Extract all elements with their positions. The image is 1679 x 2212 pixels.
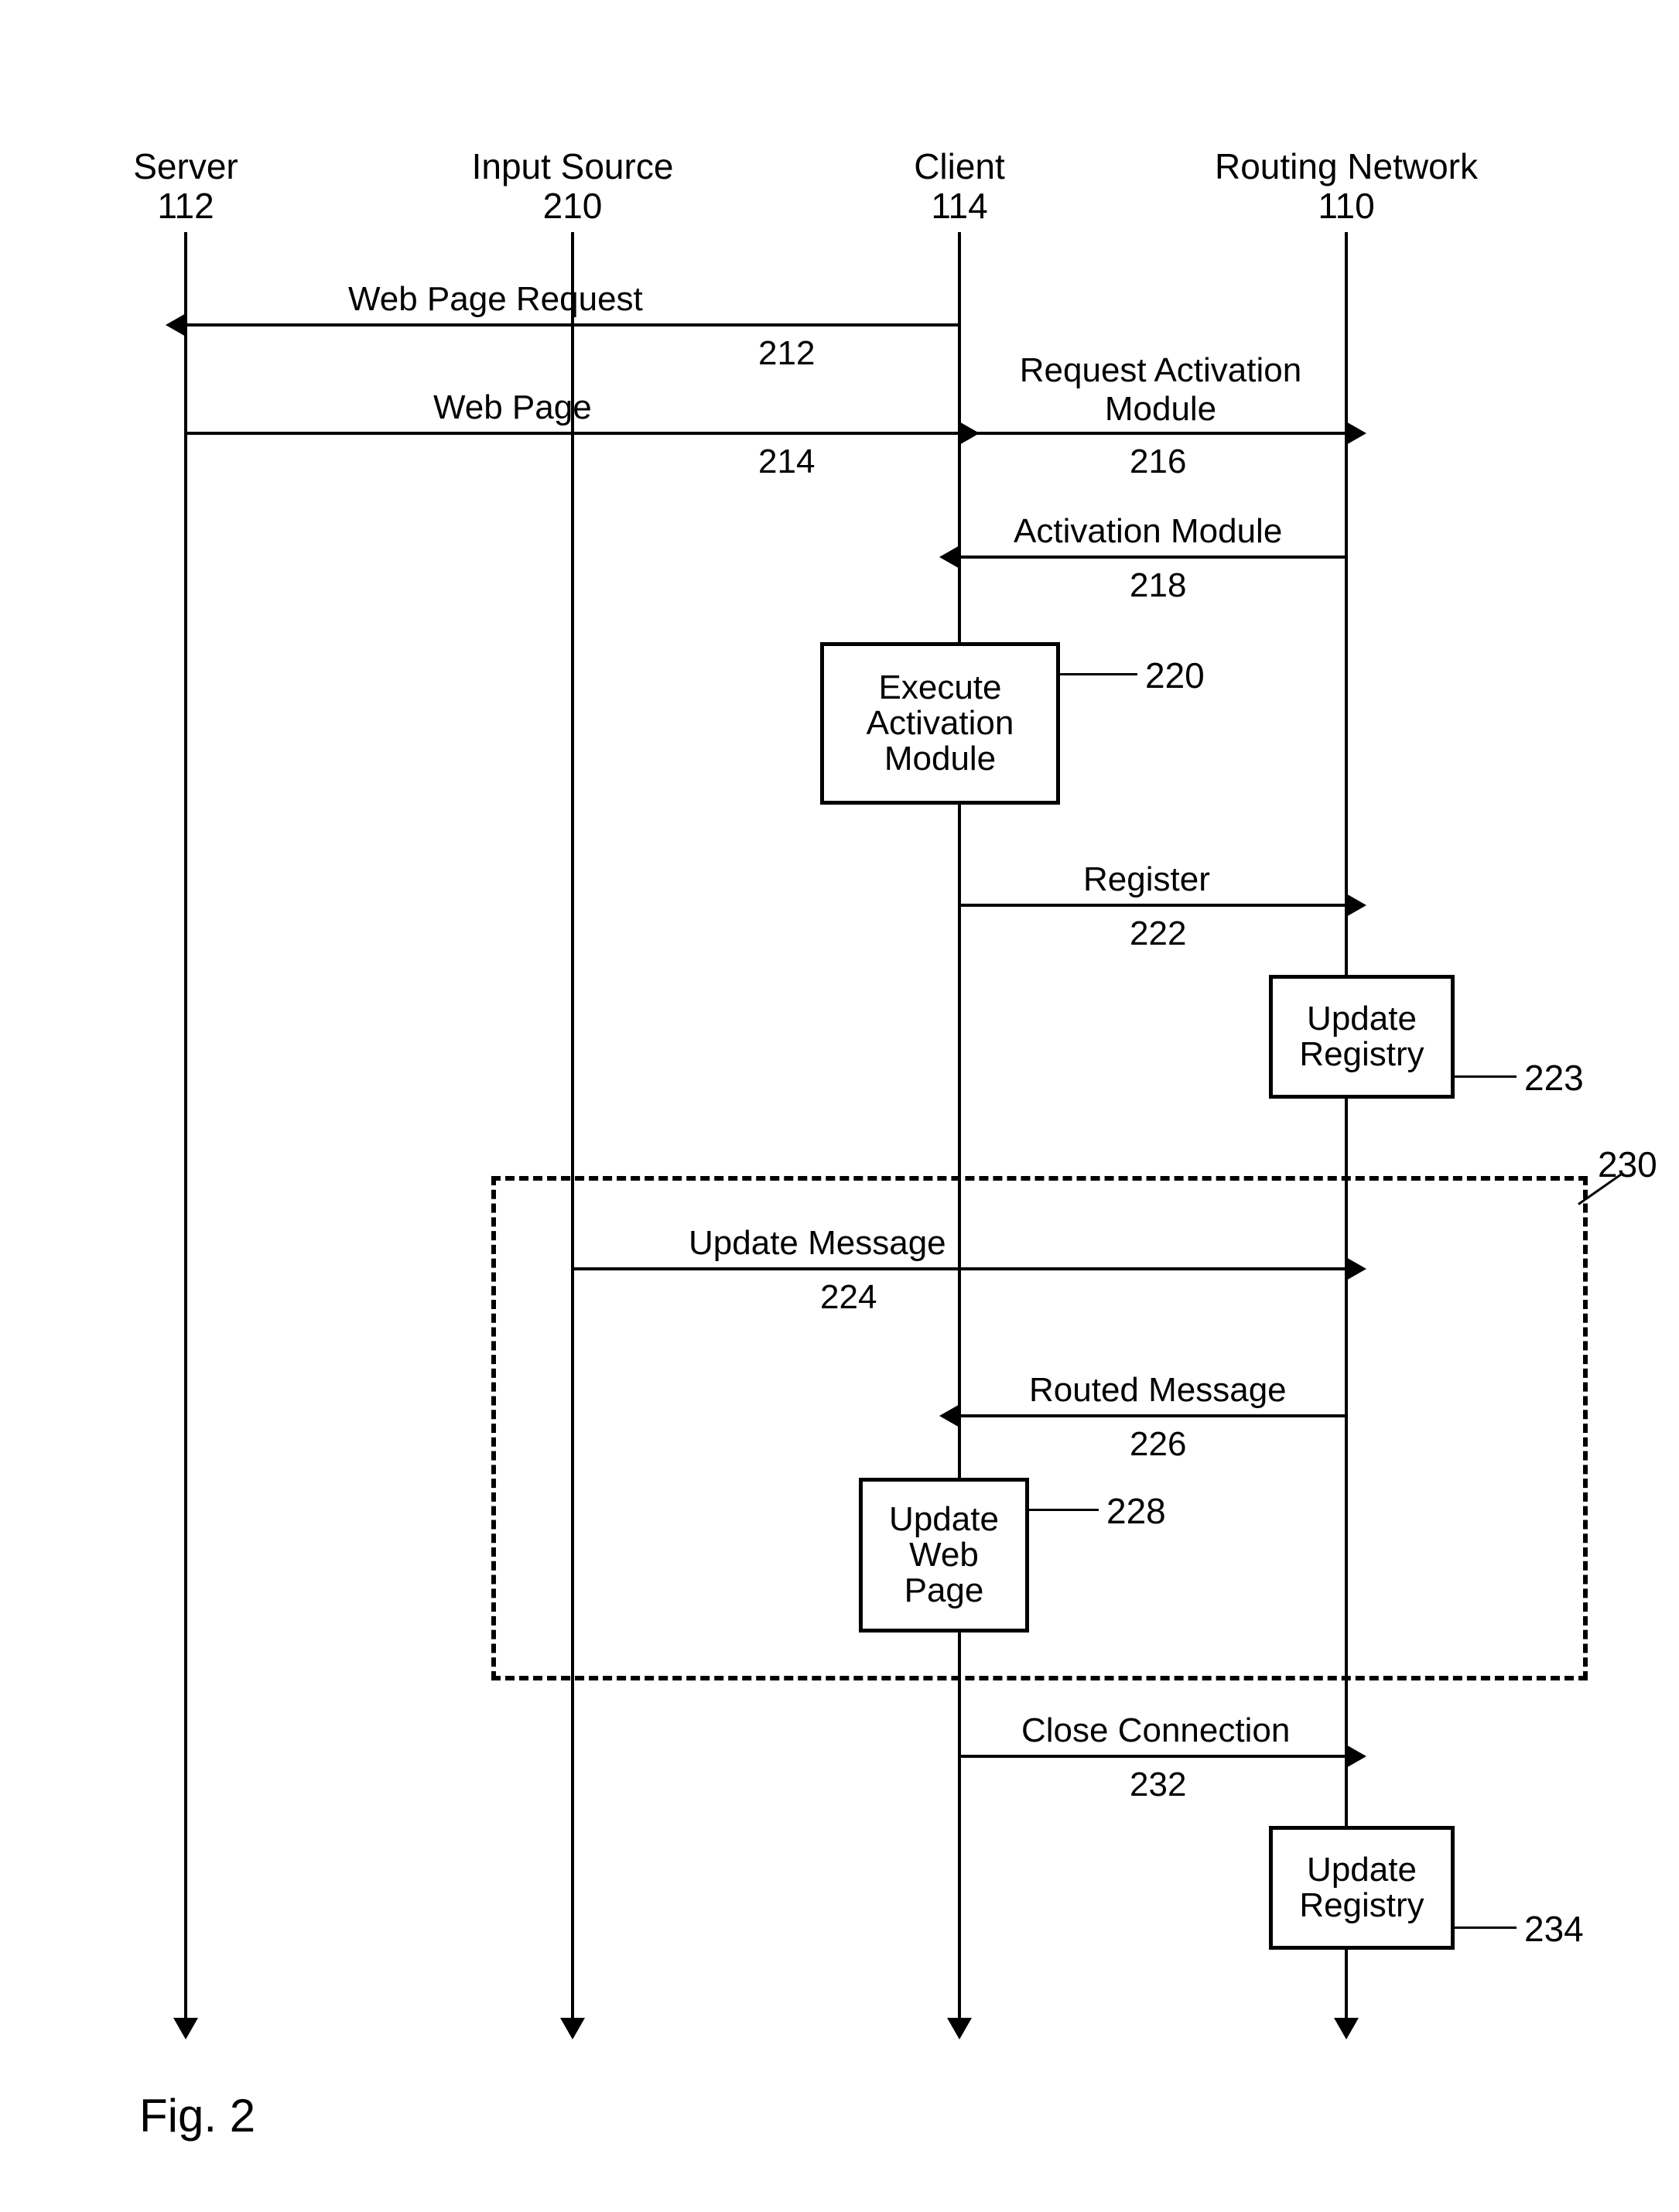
msg-216-ref: 216 — [1130, 443, 1186, 481]
arrow-down-icon — [1334, 2018, 1359, 2039]
msg-212-label: Web Page Request — [348, 280, 643, 319]
msg-232 — [959, 1755, 1346, 1758]
msg-212 — [186, 323, 959, 327]
box-234: Update Registry — [1269, 1826, 1455, 1950]
figure-caption: Fig. 2 — [139, 2089, 255, 2142]
msg-222-ref: 222 — [1130, 915, 1186, 953]
box-228: Update Web Page — [859, 1478, 1029, 1633]
leader-223 — [1455, 1075, 1517, 1078]
arrow-left-icon — [939, 545, 961, 569]
lifeline-server-label: Server112 — [31, 147, 340, 225]
ref-234: 234 — [1524, 1908, 1584, 1950]
lifeline-server — [184, 232, 187, 2019]
lifeline-input-label: Input Source210 — [418, 147, 727, 225]
ref-228: 228 — [1106, 1490, 1166, 1532]
msg-222-label: Register — [1083, 860, 1210, 899]
leader-234 — [1455, 1927, 1517, 1929]
arrow-left-icon — [166, 313, 187, 337]
msg-218-label: Activation Module — [1014, 512, 1282, 551]
msg-214-label: Web Page — [433, 388, 592, 427]
ref-220: 220 — [1145, 655, 1205, 696]
arrow-down-icon — [947, 2018, 972, 2039]
msg-218 — [959, 556, 1346, 559]
arrow-down-icon — [173, 2018, 198, 2039]
box-223: Update Registry — [1269, 975, 1455, 1099]
msg-224-label: Update Message — [689, 1224, 946, 1263]
msg-224-ref: 224 — [820, 1278, 877, 1317]
arrow-right-icon — [1345, 1744, 1366, 1769]
msg-226-label: Routed Message — [1029, 1371, 1287, 1410]
ref-223: 223 — [1524, 1057, 1584, 1099]
msg-232-label: Close Connection — [1021, 1711, 1290, 1750]
msg-226 — [959, 1414, 1346, 1417]
arrow-left-icon — [939, 1403, 961, 1428]
msg-218-ref: 218 — [1130, 566, 1186, 605]
box-220: Execute Activation Module — [820, 642, 1060, 805]
lifeline-routing-label: Routing Network110 — [1192, 147, 1501, 225]
lifeline-client-label: Client114 — [805, 147, 1114, 225]
leader-228 — [1029, 1509, 1099, 1511]
msg-216-label: Request Activation Module — [990, 351, 1331, 429]
arrow-down-icon — [560, 2018, 585, 2039]
msg-214 — [186, 432, 959, 435]
msg-226-ref: 226 — [1130, 1425, 1186, 1464]
leader-220 — [1060, 673, 1137, 675]
msg-212-ref: 212 — [758, 334, 815, 373]
msg-214-ref: 214 — [758, 443, 815, 481]
msg-222 — [959, 904, 1346, 907]
msg-224 — [573, 1267, 1346, 1270]
lifeline-input — [571, 232, 574, 2019]
ref-230: 230 — [1598, 1144, 1657, 1185]
msg-232-ref: 232 — [1130, 1766, 1186, 1804]
lifeline-client — [958, 232, 961, 2019]
arrow-right-icon — [1345, 1256, 1366, 1281]
arrow-right-icon — [1345, 893, 1366, 918]
msg-216 — [959, 432, 1346, 435]
page: Server112 Input Source210 Client114 Rout… — [0, 0, 1679, 2212]
group-230 — [491, 1176, 1588, 1680]
arrow-right-icon — [1345, 421, 1366, 446]
